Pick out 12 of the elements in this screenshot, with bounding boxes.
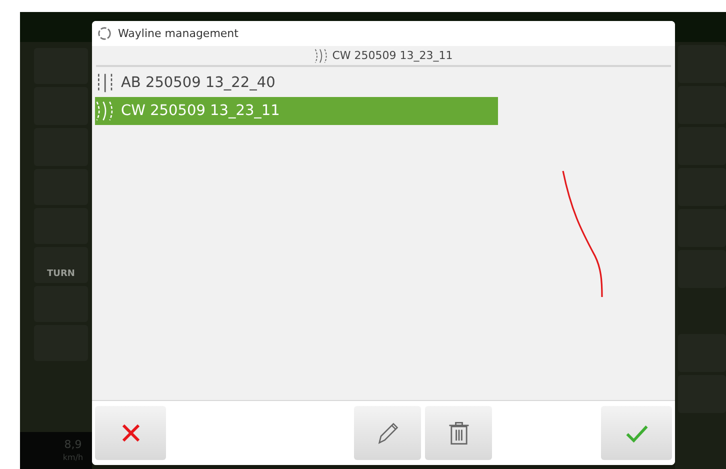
cancel-button[interactable] <box>95 406 166 460</box>
wayline-item[interactable]: CW 250509 13_23_11 <box>95 97 498 125</box>
turn-button[interactable]: TURN <box>34 247 88 283</box>
current-wayline: CW 250509 13_23_11 <box>332 49 453 62</box>
wayline-name: AB 250509 13_22_40 <box>121 75 276 91</box>
wayline-name: CW 250509 13_23_11 <box>121 103 280 119</box>
confirm-button[interactable] <box>601 406 672 460</box>
dialog-icon <box>97 26 112 41</box>
edit-button[interactable] <box>354 406 421 460</box>
wayline-item[interactable]: AB 250509 13_22_40 <box>95 69 498 97</box>
delete-button[interactable] <box>425 406 492 460</box>
dialog-title: Wayline management <box>118 27 238 40</box>
